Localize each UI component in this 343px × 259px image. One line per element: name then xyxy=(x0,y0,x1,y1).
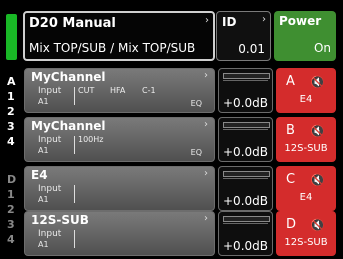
speaker-mute-icon: 🔇 xyxy=(310,124,325,138)
mute-channel: C xyxy=(286,172,296,187)
proc-label: CUT xyxy=(78,86,95,95)
group-number: 1 xyxy=(7,90,15,103)
level-meter xyxy=(223,171,270,177)
power-button[interactable]: Power On xyxy=(274,11,336,61)
mute-channel: B xyxy=(286,123,295,138)
divider xyxy=(74,87,75,105)
gain-display-3[interactable]: +0.0dB xyxy=(218,166,273,211)
proc-label: C-1 xyxy=(142,86,156,95)
channel-name: E4 xyxy=(31,168,48,182)
channel-row-3[interactable]: E4 › Input A1 xyxy=(24,166,215,211)
level-meter xyxy=(223,122,270,128)
group-number: 4 xyxy=(7,233,15,246)
chevron-right-icon: › xyxy=(205,15,209,26)
group-number: 2 xyxy=(7,203,15,216)
device-title-box[interactable]: D20 Manual Mix TOP/SUB / Mix TOP/SUB › xyxy=(23,11,215,61)
channel-input-sub: A1 xyxy=(38,97,49,106)
mute-channel: A xyxy=(286,74,295,89)
gain-value: +0.0dB xyxy=(223,145,268,159)
group-number: 3 xyxy=(7,120,15,133)
group-number: 1 xyxy=(7,188,15,201)
channel-input: Input xyxy=(38,229,62,239)
mute-button-1[interactable]: A 🔇 E4 xyxy=(276,68,336,113)
channel-name: 12S-SUB xyxy=(31,213,89,227)
channel-name: MyChannel xyxy=(31,70,106,84)
gain-value: +0.0dB xyxy=(223,96,268,110)
divider xyxy=(74,136,75,154)
proc-label: 100Hz xyxy=(78,135,104,144)
mute-button-4[interactable]: D 🔇 12S-SUB xyxy=(276,211,336,256)
group-label-d: D 1 2 3 4 xyxy=(7,172,16,247)
chevron-right-icon: › xyxy=(204,213,208,224)
channel-input-sub: A1 xyxy=(38,240,49,249)
channel-row-1[interactable]: MyChannel › Input A1 CUT HFA C-1 EQ xyxy=(24,68,215,113)
eq-label: EQ xyxy=(190,99,202,108)
gain-display-1[interactable]: +0.0dB xyxy=(218,68,273,113)
channel-input: Input xyxy=(38,184,62,194)
channel-input-sub: A1 xyxy=(38,195,49,204)
speaker-mute-icon: 🔇 xyxy=(310,218,325,232)
level-meter xyxy=(223,129,268,130)
level-meter xyxy=(223,80,268,81)
group-number: 3 xyxy=(7,218,15,231)
group-letter: A xyxy=(7,75,16,88)
group-number: 2 xyxy=(7,105,15,118)
chevron-right-icon: › xyxy=(204,70,208,81)
eq-label: EQ xyxy=(190,148,202,157)
gain-display-2[interactable]: +0.0dB xyxy=(218,117,273,162)
channel-name: MyChannel xyxy=(31,119,106,133)
mute-channel: D xyxy=(286,217,297,232)
level-meter xyxy=(223,73,270,79)
power-label: Power xyxy=(279,14,322,28)
power-value: On xyxy=(313,41,331,55)
channel-input-sub: A1 xyxy=(38,146,49,155)
gain-value: +0.0dB xyxy=(223,194,268,208)
divider xyxy=(74,185,75,203)
group-number: 4 xyxy=(7,135,15,148)
chevron-right-icon: › xyxy=(204,119,208,130)
channel-input: Input xyxy=(38,135,62,145)
device-subtitle: Mix TOP/SUB / Mix TOP/SUB xyxy=(29,41,196,55)
gain-display-4[interactable]: +0.0dB xyxy=(218,211,273,256)
mute-signal: 12S-SUB xyxy=(284,237,328,248)
gain-value: +0.0dB xyxy=(223,239,268,253)
group-letter: D xyxy=(7,173,17,186)
divider xyxy=(74,230,75,248)
proc-label: HFA xyxy=(110,86,126,95)
channel-row-2[interactable]: MyChannel › Input A1 100Hz EQ xyxy=(24,117,215,162)
id-value: 0.01 xyxy=(238,42,265,56)
level-meter xyxy=(223,178,268,179)
channel-input: Input xyxy=(38,86,62,96)
mute-signal: 12S-SUB xyxy=(284,143,328,154)
mute-button-3[interactable]: C 🔇 E4 xyxy=(276,166,336,211)
mute-signal: E4 xyxy=(299,94,313,105)
level-meter xyxy=(223,216,270,222)
group-label-a: A 1 2 3 4 xyxy=(7,74,16,149)
power-led xyxy=(6,14,17,60)
mute-button-2[interactable]: B 🔇 12S-SUB xyxy=(276,117,336,162)
chevron-right-icon: › xyxy=(262,14,266,25)
mute-signal: E4 xyxy=(299,192,313,203)
level-meter xyxy=(223,223,268,224)
id-box[interactable]: ID › 0.01 xyxy=(216,11,271,61)
chevron-right-icon: › xyxy=(204,168,208,179)
speaker-mute-icon: 🔇 xyxy=(310,173,325,187)
channel-row-4[interactable]: 12S-SUB › Input A1 xyxy=(24,211,215,256)
speaker-mute-icon: 🔇 xyxy=(310,75,325,89)
id-label: ID xyxy=(222,15,237,29)
device-title: D20 Manual xyxy=(29,16,116,31)
